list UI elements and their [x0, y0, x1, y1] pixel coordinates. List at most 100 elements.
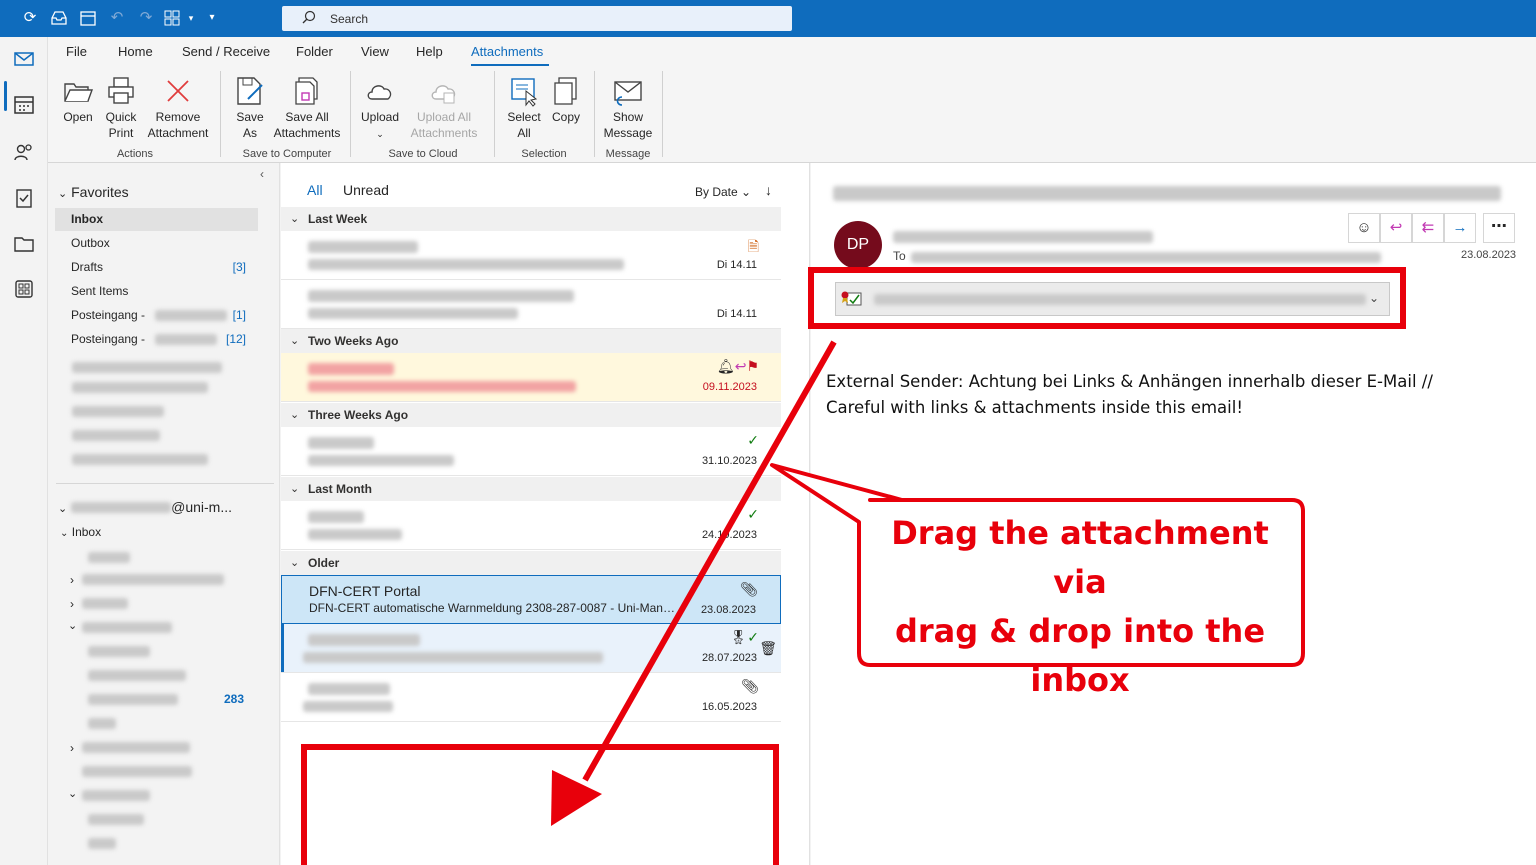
emoji-reaction-icon[interactable]: ☺	[1348, 213, 1380, 243]
more-apps-icon[interactable]	[12, 277, 36, 301]
save-all-attachments-button[interactable]: Save All Attachments	[272, 75, 342, 141]
tab-home[interactable]: Home	[118, 44, 153, 59]
tab-help[interactable]: Help	[416, 44, 443, 59]
group-header-three-weeks-ago[interactable]: ⌄ Three Weeks Ago	[281, 403, 781, 427]
list-item[interactable]: 🔔︎↩⚑ 09.11.2023	[281, 353, 781, 402]
blurred-subfolder[interactable]	[88, 838, 116, 849]
folder-drafts[interactable]: Drafts [3]	[55, 256, 258, 279]
tasks-icon[interactable]	[12, 186, 36, 210]
search-box[interactable]: Search	[282, 6, 792, 31]
apps-dropdown-icon[interactable]: ▾	[182, 9, 200, 27]
tab-file[interactable]: File	[66, 44, 87, 59]
upload-button[interactable]: Upload ⌄	[360, 75, 400, 142]
tab-folder[interactable]: Folder	[296, 44, 333, 59]
message-date: Di 14.11	[716, 259, 757, 271]
remove-label-2: Attachment	[147, 126, 209, 140]
remove-attachment-button[interactable]: Remove Attachment	[145, 75, 211, 141]
account-inbox[interactable]: ⌄ Inbox	[60, 525, 101, 539]
chevron-right-icon[interactable]: ›	[70, 597, 74, 611]
blurred-subfolder[interactable]	[88, 694, 178, 705]
callout-text: Drag the attachment via drag & drop into…	[862, 509, 1298, 705]
folder-label: Posteingang -	[71, 308, 146, 322]
list-item[interactable]: 📎︎ 16.05.2023	[281, 673, 781, 722]
folder-posteingang-1[interactable]: Posteingang - [1]	[55, 304, 258, 327]
blurred-subfolder[interactable]	[88, 718, 116, 729]
blurred-subfolder[interactable]	[82, 574, 224, 585]
filter-unread[interactable]: Unread	[343, 182, 389, 198]
list-item[interactable]: Di 14.11	[281, 280, 781, 329]
blurred-subfolder[interactable]	[82, 790, 150, 801]
people-icon[interactable]	[12, 140, 36, 164]
sync-icon[interactable]: ⟳	[21, 9, 39, 27]
redo-icon[interactable]: ↷	[137, 9, 155, 27]
folder-posteingang-2[interactable]: Posteingang - [12]	[55, 328, 258, 351]
chevron-right-icon[interactable]: ›	[70, 573, 74, 587]
group-header-older[interactable]: ⌄ Older	[281, 551, 781, 575]
customize-toolbar-icon[interactable]: ▾	[203, 9, 221, 27]
apps-icon[interactable]	[163, 9, 181, 27]
blurred-folder[interactable]	[72, 454, 208, 465]
undo-icon[interactable]: ↶	[108, 9, 126, 27]
blurred-folder[interactable]	[72, 382, 208, 393]
account-header[interactable]: ⌄ @uni-m...	[58, 499, 232, 515]
chevron-down-icon[interactable]: ⌄	[68, 619, 77, 632]
filter-all[interactable]: All	[307, 182, 323, 198]
ribbon-separator	[494, 71, 495, 157]
tab-view[interactable]: View	[361, 44, 389, 59]
blurred-subfolder[interactable]	[88, 552, 130, 563]
calendar-icon[interactable]	[12, 93, 36, 117]
group-header-last-month[interactable]: ⌄ Last Month	[281, 477, 781, 501]
folder-icon[interactable]	[12, 232, 36, 256]
search-placeholder: Search	[330, 12, 369, 26]
show-message-button[interactable]: Show Message	[602, 75, 654, 141]
more-options-icon[interactable]: ⋯	[1483, 213, 1515, 243]
quick-print-button[interactable]: Quick Print	[103, 75, 139, 141]
chevron-right-icon[interactable]: ›	[70, 741, 74, 755]
reply-all-icon[interactable]: ⇇	[1412, 213, 1444, 243]
blurred-folder[interactable]	[72, 362, 222, 373]
blurred-subfolder[interactable]	[82, 766, 192, 777]
folder-sent-items[interactable]: Sent Items	[55, 280, 258, 303]
blurred-subfolder[interactable]	[82, 598, 128, 609]
calendar-quick-icon[interactable]	[79, 9, 97, 27]
blurred-subfolder[interactable]	[88, 814, 144, 825]
flag-icon[interactable]: ⚑	[746, 358, 759, 374]
blurred-folder[interactable]	[72, 430, 160, 441]
save-as-button[interactable]: Save As	[232, 75, 268, 141]
favorites-header[interactable]: ⌄ Favorites	[58, 184, 129, 200]
list-item[interactable]: ✓ 31.10.2023	[281, 427, 781, 476]
copy-icon	[554, 77, 577, 105]
blurred-subfolder[interactable]	[82, 742, 190, 753]
collapse-pane-icon[interactable]: ‹	[260, 167, 264, 181]
chevron-down-icon[interactable]: ⌄	[68, 787, 77, 800]
folder-inbox[interactable]: Inbox	[55, 208, 258, 231]
blurred-subfolder[interactable]	[88, 670, 186, 681]
save-all-label-2: Attachments	[273, 126, 341, 140]
save-all-icon	[295, 77, 318, 105]
sort-direction-icon[interactable]: ↓	[765, 182, 772, 198]
tab-attachments[interactable]: Attachments	[471, 44, 543, 59]
list-item[interactable]: 🎖︎✓ 28.07.2023 🗑︎	[281, 624, 781, 673]
group-header-two-weeks-ago[interactable]: ⌄ Two Weeks Ago	[281, 329, 781, 353]
forward-icon[interactable]: →	[1444, 213, 1476, 243]
group-header-last-week[interactable]: ⌄ Last Week	[281, 207, 781, 231]
blurred-subfolder[interactable]	[88, 646, 150, 657]
blurred-subfolder[interactable]	[82, 622, 172, 633]
list-item[interactable]: 🗎 Di 14.11	[281, 231, 781, 280]
select-all-button[interactable]: Select All	[504, 75, 544, 141]
blurred-folder[interactable]	[72, 406, 164, 417]
tab-send-receive[interactable]: Send / Receive	[182, 44, 270, 59]
mail-icon[interactable]	[12, 47, 36, 71]
delete-icon[interactable]: 🗑︎	[759, 640, 777, 657]
copy-button[interactable]: Copy	[548, 75, 584, 125]
message-subject: DFN-CERT automatische Warnmeldung 2308-2…	[309, 601, 681, 615]
list-item[interactable]: ✓ 24.10.2023	[281, 501, 781, 550]
sort-by-dropdown[interactable]: By Date ⌄	[695, 185, 751, 199]
inbox-icon[interactable]	[50, 9, 68, 27]
ribbon: File Home Send / Receive Folder View Hel…	[48, 37, 1536, 163]
list-item-selected[interactable]: DFN-CERT Portal DFN-CERT automatische Wa…	[281, 575, 781, 624]
folder-outbox[interactable]: Outbox	[55, 232, 258, 255]
open-button[interactable]: Open	[60, 75, 96, 125]
save-all-label-1: Save All	[285, 110, 329, 124]
reply-icon[interactable]: ↩	[1380, 213, 1412, 243]
